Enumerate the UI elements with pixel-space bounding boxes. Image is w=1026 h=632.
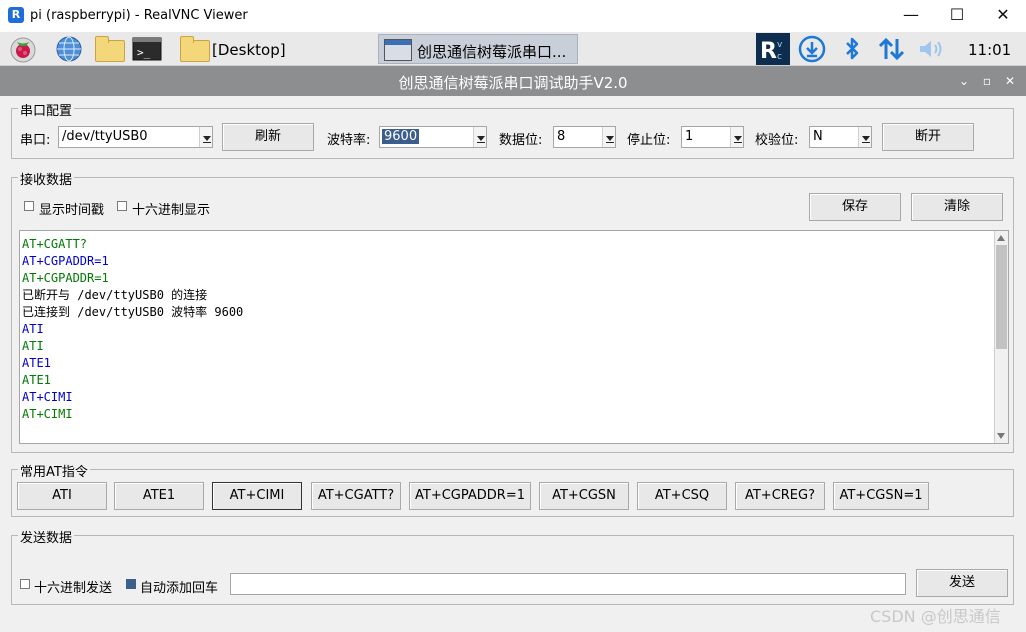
vnc-icon[interactable]: R v c	[756, 33, 790, 65]
minimize-button[interactable]: —	[888, 0, 934, 32]
close-button[interactable]: ✕	[980, 0, 1026, 32]
at-button-at-cgatt[interactable]: AT+CGATT?	[311, 482, 401, 510]
log-line: AT+CIMI	[22, 407, 73, 421]
volume-icon[interactable]	[916, 35, 946, 63]
parity-value: N	[813, 129, 823, 144]
stopbits-select[interactable]: 1	[681, 126, 744, 148]
window-title: pi (raspberrypi) - RealVNC Viewer	[30, 8, 248, 23]
clock[interactable]: 11:01	[968, 41, 1011, 59]
receive-title: 接收数据	[18, 169, 75, 188]
hex-display-label[interactable]: 十六进制显示	[132, 199, 210, 218]
refresh-button[interactable]: 刷新	[222, 123, 314, 151]
task-serial-assistant[interactable]: 创思通信树莓派串口...	[378, 34, 578, 64]
task-label: 创思通信树莓派串口...	[417, 43, 567, 61]
hex-send-checkbox[interactable]	[20, 579, 30, 589]
receive-scrollbar[interactable]	[994, 231, 1008, 443]
window-icon	[384, 39, 412, 61]
at-button-at-cgpaddr-1[interactable]: AT+CGPADDR=1	[409, 482, 531, 510]
realvnc-app-icon: R	[8, 7, 24, 23]
baud-select[interactable]: 9600	[379, 126, 487, 148]
hex-display-checkbox[interactable]	[117, 201, 127, 211]
chevron-down-icon[interactable]	[473, 127, 486, 147]
databits-value: 8	[557, 129, 566, 144]
at-commands-title: 常用AT指令	[18, 461, 90, 480]
stopbits-value: 1	[685, 129, 694, 144]
app-close-button[interactable]: ✕	[1001, 72, 1019, 90]
log-line: ATI	[22, 339, 44, 353]
app-restore-button[interactable]: ▫	[978, 72, 996, 90]
log-line: AT+CIMI	[22, 390, 73, 404]
chevron-down-icon[interactable]	[199, 127, 212, 147]
log-line: AT+CGPADDR=1	[22, 254, 109, 268]
chevron-down-icon[interactable]	[730, 127, 743, 147]
svg-text:c: c	[777, 52, 782, 62]
databits-select[interactable]: 8	[553, 126, 616, 148]
send-title: 发送数据	[18, 527, 75, 546]
chevron-down-icon[interactable]	[602, 127, 615, 147]
app-collapse-button[interactable]: ⌄	[955, 72, 973, 90]
stopbits-label: 停止位:	[627, 133, 671, 148]
svg-text:>_: >_	[137, 46, 151, 59]
parity-label: 校验位:	[755, 133, 799, 148]
send-button[interactable]: 发送	[916, 569, 1008, 597]
auto-cr-label[interactable]: 自动添加回车	[140, 577, 218, 596]
log-line: 已连接到 /dev/ttyUSB0 波特率 9600	[22, 305, 244, 319]
hex-send-label[interactable]: 十六进制发送	[34, 577, 112, 596]
timestamp-label[interactable]: 显示时间戳	[39, 199, 104, 218]
scroll-thumb[interactable]	[996, 245, 1007, 349]
log-line: ATE1	[22, 373, 51, 387]
vnc-title-bar: R pi (raspberrypi) - RealVNC Viewer — ☐ …	[0, 0, 1026, 32]
chevron-down-icon[interactable]	[858, 127, 871, 147]
log-line: AT+CGPADDR=1	[22, 271, 109, 285]
raspberry-menu-icon[interactable]	[8, 35, 38, 63]
at-button-at-cgsn[interactable]: AT+CGSN	[539, 482, 629, 510]
desktop-folder-icon[interactable]	[180, 36, 210, 62]
log-line: 已断开与 /dev/ttyUSB0 的连接	[22, 288, 208, 302]
save-button[interactable]: 保存	[809, 193, 901, 221]
at-button-at-creg[interactable]: AT+CREG?	[735, 482, 825, 510]
port-select[interactable]: /dev/ttyUSB0	[58, 126, 213, 148]
clear-button[interactable]: 清除	[911, 193, 1003, 221]
port-value: /dev/ttyUSB0	[62, 129, 148, 144]
receive-log: AT+CGATT? AT+CGPADDR=1 AT+CGPADDR=1 已断开与 /d…	[22, 236, 992, 423]
task-desktop[interactable]: [Desktop]	[212, 41, 286, 59]
at-button-ati[interactable]: ATI	[17, 482, 107, 510]
app-title-bar: 创思通信树莓派串口调试助手V2.0 ⌄ ▫ ✕	[0, 66, 1026, 96]
bluetooth-icon[interactable]	[840, 35, 864, 63]
baud-label: 波特率:	[327, 133, 371, 148]
terminal-icon[interactable]: >_	[132, 35, 162, 63]
download-icon[interactable]	[798, 35, 826, 63]
svg-text:R: R	[760, 39, 777, 64]
databits-label: 数据位:	[499, 133, 543, 148]
file-manager-icon[interactable]	[95, 36, 125, 62]
at-button-ate1[interactable]: ATE1	[114, 482, 204, 510]
app-title: 创思通信树莓派串口调试助手V2.0	[398, 74, 628, 92]
serial-config-title: 串口配置	[18, 100, 75, 119]
at-button-at-cgsn-1[interactable]: AT+CGSN=1	[833, 482, 929, 510]
browser-globe-icon[interactable]	[54, 35, 84, 63]
scroll-down-icon[interactable]	[996, 430, 1007, 442]
auto-cr-checkbox[interactable]	[126, 579, 136, 589]
receive-textarea[interactable]: AT+CGATT? AT+CGPADDR=1 AT+CGPADDR=1 已断开与 /d…	[19, 230, 1009, 444]
log-line: ATI	[22, 322, 44, 336]
scroll-up-icon[interactable]	[996, 232, 1007, 244]
network-arrows-icon[interactable]	[876, 35, 908, 63]
parity-select[interactable]: N	[809, 126, 872, 148]
send-input[interactable]	[230, 573, 906, 595]
log-line: AT+CGATT?	[22, 237, 88, 251]
log-line: ATE1	[22, 356, 51, 370]
port-label: 串口:	[20, 133, 51, 148]
timestamp-checkbox[interactable]	[24, 201, 34, 211]
disconnect-button[interactable]: 断开	[882, 123, 974, 151]
at-button-at-csq[interactable]: AT+CSQ	[637, 482, 727, 510]
svg-text:v: v	[777, 40, 783, 50]
baud-value: 9600	[382, 129, 420, 144]
watermark: CSDN @创思通信	[870, 607, 1001, 626]
maximize-button[interactable]: ☐	[934, 0, 980, 32]
at-button-at-cimi[interactable]: AT+CIMI	[212, 482, 302, 510]
